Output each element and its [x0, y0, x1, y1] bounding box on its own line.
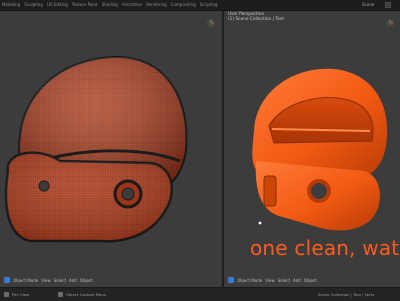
viewport-right-footer: Object Mode View Select Add Object	[224, 273, 400, 287]
menu-object[interactable]: Object	[80, 278, 93, 283]
menu-view[interactable]: View	[41, 278, 51, 283]
tab-uv-editing[interactable]: UV Editing	[47, 0, 68, 10]
tab-sculpting[interactable]: Sculpting	[24, 0, 43, 10]
tab-shading[interactable]: Shading	[102, 0, 118, 10]
menu-view[interactable]: View	[265, 278, 275, 283]
tab-modeling[interactable]: Modeling	[2, 0, 20, 10]
workspace-tabs: Modeling Sculpting UV Editing Texture Pa…	[2, 0, 218, 10]
tab-texture-paint[interactable]: Texture Paint	[72, 0, 98, 10]
tab-scripting[interactable]: Scripting	[200, 0, 218, 10]
mouse-icon	[4, 292, 9, 297]
menu-object[interactable]: Object	[304, 278, 317, 283]
tab-rendering[interactable]: Rendering	[146, 0, 166, 10]
status-mid: Object Context Menu	[66, 292, 107, 297]
scene-selector[interactable]: Scene	[362, 0, 374, 10]
viewport-left-footer: Object Mode View Select Add Object	[0, 273, 222, 287]
tab-animation[interactable]: Animation	[122, 0, 142, 10]
tab-compositing[interactable]: Compositing	[171, 0, 196, 10]
menu-add[interactable]: Add	[69, 278, 77, 283]
view-layer-icon[interactable]	[385, 2, 391, 8]
object-mode-icon[interactable]	[4, 277, 10, 283]
status-right: Scene Collection | Text | Verts	[318, 292, 375, 297]
top-bar: Modeling Sculpting UV Editing Texture Pa…	[0, 0, 400, 11]
status-bar: Pan View Object Context Menu Scene Colle…	[0, 287, 400, 301]
mouse-icon	[58, 292, 63, 297]
status-left: Pan View	[12, 292, 30, 297]
menu-select[interactable]: Select	[278, 278, 290, 283]
viewport-left[interactable]: Object Mode View Select Add Object	[0, 11, 222, 287]
helmet-wireframe-model[interactable]	[0, 11, 222, 287]
caption-overlay: one clean, watertigh	[250, 236, 400, 260]
menu-select[interactable]: Select	[54, 278, 66, 283]
mode-selector[interactable]: Object Mode	[13, 278, 38, 283]
object-mode-icon[interactable]	[228, 277, 234, 283]
mode-selector[interactable]: Object Mode	[237, 278, 262, 283]
menu-add[interactable]: Add	[293, 278, 301, 283]
